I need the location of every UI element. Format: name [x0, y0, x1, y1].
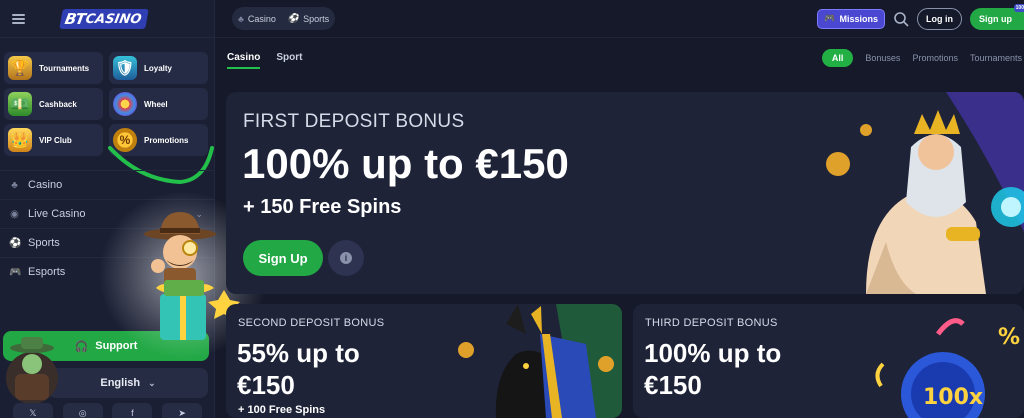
card-subline: + 100 Free Spins — [238, 404, 326, 416]
svg-text:100x: 100x — [923, 385, 983, 410]
language-value: English — [100, 377, 141, 389]
sidebar-item-label: Live Casino — [28, 208, 86, 220]
info-button[interactable]: i — [328, 240, 364, 276]
promo-tile-label: Tournaments — [39, 63, 90, 73]
header-actions: 🎮 Missions Log in Sign up 100 — [817, 3, 1024, 30]
shield-icon: 🛡 — [113, 56, 137, 80]
first-deposit-bonus-banner: FIRST DEPOSIT BONUS 100% up to €150 + 15… — [226, 92, 1024, 294]
promo-tile-vip-club[interactable]: 👑 VIP Club — [4, 124, 103, 156]
promo-tile-cashback[interactable]: 💵 Cashback — [4, 88, 103, 120]
bomb-illustration: % 100x — [875, 318, 1020, 418]
language-select[interactable]: English ⌄ — [48, 368, 208, 398]
casino-icon: ♣ — [238, 13, 244, 24]
promo-tile-label: VIP Club — [39, 135, 72, 145]
switch-sports[interactable]: ⚽ Sports — [288, 13, 329, 24]
promo-tile-tournaments[interactable]: 🏆 Tournaments — [4, 52, 103, 84]
gamepad-icon: 🎮 — [824, 13, 836, 23]
facebook-icon[interactable]: f — [112, 403, 153, 418]
zeus-illustration — [826, 92, 1024, 294]
promo-tile-label: Cashback — [39, 99, 77, 109]
second-deposit-bonus-card[interactable]: SECOND DEPOSIT BONUS 55% up to €150 + 10… — [226, 304, 622, 418]
tab-sport[interactable]: Sport — [276, 48, 302, 69]
promo-tile-label: Loyalty — [144, 63, 173, 73]
sidebar-top: BT CASINO — [0, 0, 214, 38]
cash-icon: 💵 — [8, 92, 32, 116]
logo-mark: BT — [63, 9, 87, 28]
ball-icon: ⚽ — [287, 13, 300, 23]
signup-badge: 100 — [1013, 3, 1024, 12]
category-tabs: Casino Sport — [227, 48, 302, 69]
filter-promotions[interactable]: Promotions — [912, 53, 958, 63]
chevron-down-icon: ⌄ — [148, 377, 156, 388]
missions-button[interactable]: 🎮 Missions — [817, 8, 885, 29]
filter-bonuses[interactable]: Bonuses — [865, 53, 900, 63]
switch-label: Casino — [247, 13, 276, 24]
ball-icon: ⚽ — [9, 237, 22, 249]
filter-chips: All Bonuses Promotions Tournaments — [821, 49, 1024, 67]
sidebar-item-label: Sports — [28, 237, 60, 249]
promotions-subnav: Casino Sport All Bonuses Promotions Tour… — [215, 38, 1024, 78]
card-headline: 100% up to €150 — [644, 338, 782, 400]
casino-icon: ♣ — [11, 179, 18, 191]
card-kicker: SECOND DEPOSIT BONUS — [238, 317, 385, 329]
product-switch: ♣ Casino ⚽ Sports — [232, 7, 336, 30]
svg-text:%: % — [998, 325, 1020, 350]
crown-icon: 👑 — [8, 128, 32, 152]
banner-subline: + 150 Free Spins — [243, 196, 402, 218]
instagram-icon[interactable]: ◎ — [62, 403, 103, 418]
sidebar-item-label: Casino — [28, 179, 63, 191]
social-links: 𝕏 ◎ f ➤ — [0, 403, 215, 418]
card-kicker: THIRD DEPOSIT BONUS — [645, 317, 778, 329]
promo-tile-loyalty[interactable]: 🛡 Loyalty — [109, 52, 208, 84]
live-icon: ◉ — [10, 208, 19, 220]
info-icon: i — [340, 252, 352, 264]
sidebar-item-label: Esports — [28, 266, 66, 278]
card-headline: 55% up to €150 — [237, 338, 360, 400]
menu-icon[interactable] — [12, 13, 25, 24]
promo-tile-label: Wheel — [144, 99, 168, 109]
missions-label: Missions — [839, 13, 878, 24]
anubis-illustration — [458, 304, 622, 418]
wheel-icon — [113, 92, 137, 116]
headset-icon: 🎧 — [74, 340, 89, 353]
switch-label: Sports — [303, 13, 330, 24]
signup-button[interactable]: Sign up 100 — [970, 3, 1024, 30]
telegram-icon[interactable]: ➤ — [162, 403, 203, 418]
login-button[interactable]: Log in — [917, 7, 962, 30]
promo-tile-wheel[interactable]: Wheel — [109, 88, 208, 120]
switch-casino[interactable]: ♣ Casino — [238, 14, 276, 24]
filter-tournaments[interactable]: Tournaments — [970, 53, 1022, 63]
tab-casino[interactable]: Casino — [227, 48, 261, 69]
search-icon[interactable] — [893, 11, 909, 27]
banner-headline: 100% up to €150 — [242, 140, 569, 187]
x-icon[interactable]: 𝕏 — [12, 403, 53, 418]
banner-kicker: FIRST DEPOSIT BONUS — [243, 111, 465, 132]
logo[interactable]: BT CASINO — [59, 8, 150, 29]
trophy-icon: 🏆 — [8, 56, 32, 80]
top-header: ♣ Casino ⚽ Sports 🎮 Missions Log in Sign u… — [215, 0, 1024, 38]
cowboy-avatar-illustration — [6, 337, 58, 404]
gamepad-icon: 🎮 — [9, 266, 22, 278]
banner-signup-button[interactable]: Sign Up — [243, 240, 323, 276]
third-deposit-bonus-card[interactable]: THIRD DEPOSIT BONUS 100% up to €150 % 10… — [633, 304, 1024, 418]
logo-text: CASINO — [84, 11, 143, 26]
signup-label: Sign up — [979, 13, 1012, 24]
filter-all[interactable]: All — [821, 49, 854, 67]
